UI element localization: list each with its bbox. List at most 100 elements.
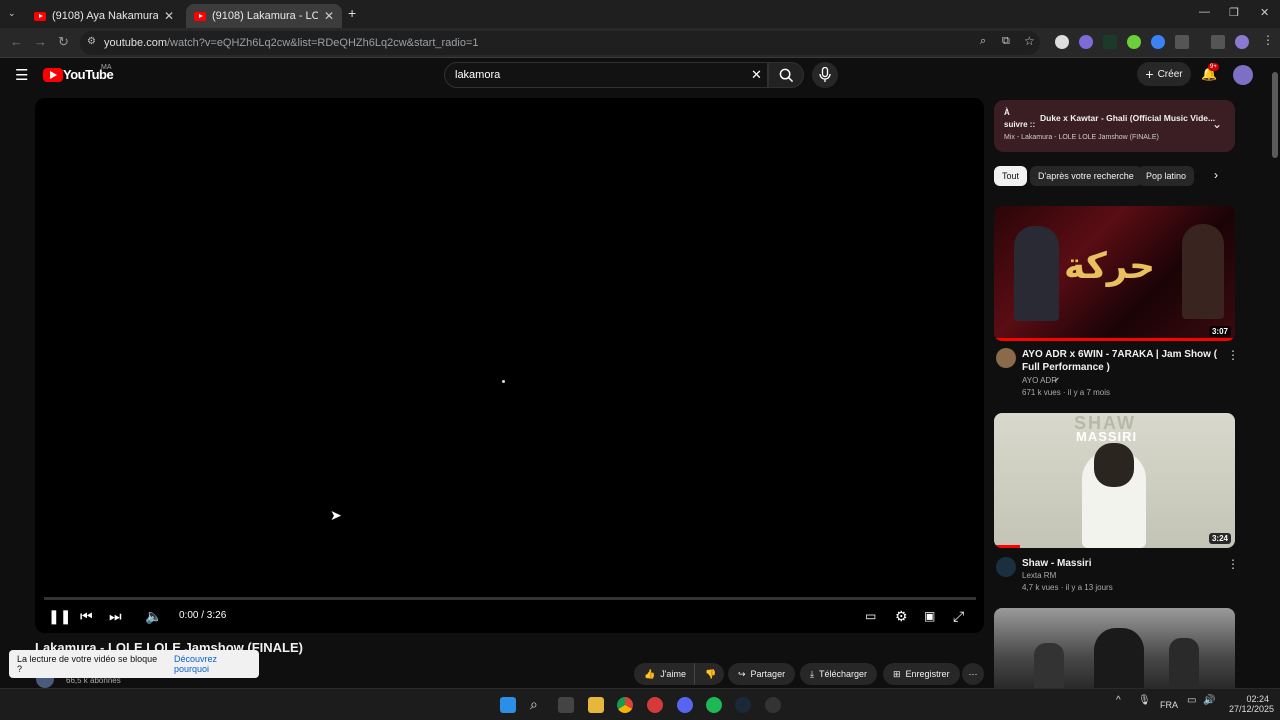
channel-avatar[interactable]: [996, 557, 1016, 577]
download-label: Télécharger: [818, 669, 868, 679]
steam-icon[interactable]: [735, 697, 751, 713]
notification-badge: 9+: [1208, 63, 1219, 71]
like-button[interactable]: 👍 J'aime: [634, 663, 694, 685]
reload-icon[interactable]: ↻: [58, 34, 69, 50]
save-button[interactable]: ⊞ Enregistrer: [883, 663, 960, 685]
thumbnail-text: MASSIRI: [1076, 429, 1138, 444]
recommendation-meta: 671 k vues · il y a 7 mois: [1022, 388, 1111, 397]
video-thumbnail[interactable]: حركة 3:07: [994, 206, 1235, 341]
browser-menu-icon[interactable]: ⋮: [1262, 33, 1274, 47]
discord-icon[interactable]: [677, 697, 693, 713]
minimize-icon[interactable]: —: [1199, 6, 1210, 18]
channel-avatar[interactable]: [996, 348, 1016, 368]
zoom-icon[interactable]: ⌕: [980, 35, 986, 48]
app-icon[interactable]: [765, 697, 781, 713]
url-path: /watch?v=eQHZh6Lq2cw&list=RDeQHZh6Lq2cw&…: [166, 37, 479, 49]
video-thumbnail[interactable]: [994, 608, 1235, 688]
search-button[interactable]: [768, 62, 804, 88]
youtube-logo-icon[interactable]: [43, 68, 63, 82]
recommendation-title[interactable]: AYO ADR x 6WIN - 7ARAKA | Jam Show ( Ful…: [1022, 348, 1222, 374]
taskbar-search-icon[interactable]: ⌕: [530, 696, 538, 713]
network-icon[interactable]: ▭: [1187, 695, 1196, 706]
clear-search-icon[interactable]: ✕: [751, 67, 762, 83]
recommendation-channel[interactable]: Lexta RM: [1022, 571, 1056, 580]
more-actions-button[interactable]: ⋯: [962, 663, 984, 685]
task-view-icon[interactable]: [558, 697, 574, 713]
create-button[interactable]: + Créer: [1137, 62, 1191, 86]
volume-tray-icon[interactable]: 🔊: [1203, 695, 1215, 706]
site-info-icon[interactable]: ⚙: [87, 36, 96, 47]
clock[interactable]: 02:24 27/12/2025: [1229, 694, 1274, 714]
chips-next-arrow-icon[interactable]: ›: [1214, 168, 1218, 182]
chip-pop-latino[interactable]: Pop latino: [1138, 166, 1195, 186]
subtitles-icon[interactable]: ▭: [865, 609, 876, 623]
page-scrollbar[interactable]: [1270, 58, 1280, 688]
extension-icon[interactable]: [1103, 35, 1117, 49]
scrollbar-thumb[interactable]: [1272, 72, 1278, 158]
progress-bar[interactable]: [44, 597, 976, 600]
chip-label: Tout: [1002, 171, 1020, 181]
recommendation-title[interactable]: Shaw - Massiri: [1022, 557, 1222, 570]
thumbnail-figure: [1014, 226, 1059, 321]
keyboard-language[interactable]: FRA: [1160, 700, 1178, 710]
tab-aya-nakamura[interactable]: (9108) Aya Nakamura - Daddy I ✕: [26, 4, 182, 28]
extension-icon[interactable]: [1127, 35, 1141, 49]
extension-icon[interactable]: [1055, 35, 1069, 49]
tab-lakamura[interactable]: (9108) Lakamura - LOLE LOLE Ja ✕: [186, 4, 342, 28]
search-input[interactable]: lakamora ✕: [444, 62, 768, 88]
share-icon: ↪: [738, 668, 746, 679]
bookmark-star-icon[interactable]: ☆: [1024, 34, 1035, 48]
recommendation-channel[interactable]: AYO ADR: [1022, 376, 1057, 385]
account-avatar[interactable]: [1233, 65, 1253, 85]
extension-icon[interactable]: [1079, 35, 1093, 49]
extensions-puzzle-icon[interactable]: [1175, 35, 1189, 49]
close-window-icon[interactable]: ✕: [1260, 6, 1269, 19]
profile-avatar-icon[interactable]: [1235, 35, 1249, 49]
hamburger-menu-icon[interactable]: ☰: [15, 66, 28, 84]
chip-all[interactable]: Tout: [994, 166, 1028, 186]
back-icon[interactable]: ←: [10, 34, 23, 49]
restore-icon[interactable]: ❐: [1229, 6, 1239, 19]
tab-list-icon[interactable]: ⌄: [8, 8, 16, 19]
volume-icon[interactable]: 🔈: [145, 608, 162, 625]
up-next-panel[interactable]: À suivre :: Duke x Kawtar - Ghali (Offic…: [994, 100, 1235, 152]
theater-mode-icon[interactable]: ▣: [924, 609, 935, 623]
previous-icon[interactable]: ⏮: [80, 608, 93, 625]
app-icon[interactable]: [647, 697, 663, 713]
video-menu-icon[interactable]: ⋮: [1227, 348, 1239, 362]
extension-icon[interactable]: [1151, 35, 1165, 49]
next-icon[interactable]: ⏭: [109, 608, 122, 625]
expand-chevron-icon[interactable]: ⌄: [1212, 117, 1222, 131]
url-field[interactable]: ⚙ youtube.com/watch?v=eQHZh6Lq2cw&list=R…: [80, 31, 1040, 55]
close-tab-icon[interactable]: ✕: [164, 9, 174, 23]
chip-label: D'après votre recherche: [1038, 171, 1134, 181]
like-label: J'aime: [660, 669, 686, 679]
close-tab-icon[interactable]: ✕: [324, 9, 334, 23]
install-icon[interactable]: ⧉: [1002, 35, 1010, 48]
voice-search-button[interactable]: [812, 62, 838, 88]
file-explorer-icon[interactable]: [588, 697, 604, 713]
new-tab-icon[interactable]: +: [348, 5, 356, 21]
tab-title: (9108) Aya Nakamura - Daddy I: [52, 10, 158, 22]
region-code: MA: [101, 64, 112, 71]
spotify-icon[interactable]: [706, 697, 722, 713]
chip-label: Pop latino: [1146, 171, 1187, 181]
pause-icon[interactable]: ❚❚: [48, 608, 71, 625]
share-button[interactable]: ↪ Partager: [728, 663, 796, 685]
fullscreen-icon[interactable]: ⤢: [953, 608, 964, 625]
download-button[interactable]: ⤓ Télécharger: [800, 663, 878, 685]
video-menu-icon[interactable]: ⋮: [1227, 557, 1239, 571]
reading-list-icon[interactable]: [1211, 35, 1225, 49]
toast-learn-more-link[interactable]: Découvrez pourquoi: [174, 654, 251, 674]
dislike-button[interactable]: 👎: [694, 663, 724, 685]
settings-gear-icon[interactable]: ⚙: [895, 608, 908, 625]
chrome-icon[interactable]: [617, 697, 633, 713]
tray-microphone-icon[interactable]: 🎙: [1138, 695, 1151, 706]
search-value: lakamora: [455, 69, 501, 81]
chip-from-search[interactable]: D'après votre recherche: [1030, 166, 1142, 186]
forward-icon[interactable]: →: [34, 34, 47, 49]
tray-chevron-icon[interactable]: ^: [1116, 695, 1121, 706]
windows-start-icon[interactable]: [500, 697, 516, 713]
video-player[interactable]: [35, 98, 984, 633]
video-thumbnail[interactable]: SHAW MASSIRI 3:24: [994, 413, 1235, 548]
